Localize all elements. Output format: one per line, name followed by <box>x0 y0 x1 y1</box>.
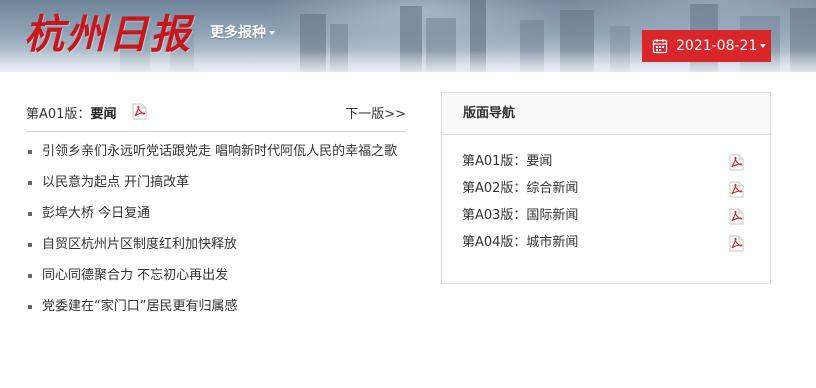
nav-item-a02[interactable]: 第A02版：综合新闻 <box>442 180 770 207</box>
header-banner: 杭州日报 更多报种 2021-08-21 <box>0 0 816 72</box>
page-navigation-list: 第A01版：要闻 第A02版：综合新闻 第A03版：国际新闻 第A04版：城市新… <box>442 135 770 261</box>
nav-item-a01[interactable]: 第A01版：要闻 <box>442 153 770 180</box>
more-papers-label: 更多报种 <box>210 25 266 41</box>
nav-item-label: 第A01版：要闻 <box>462 154 553 169</box>
header-divider <box>26 131 406 132</box>
caret-down-icon <box>269 31 275 35</box>
nav-item-label: 第A04版：城市新闻 <box>462 235 579 250</box>
pdf-icon[interactable] <box>132 103 147 120</box>
article-list: 引领乡亲们永远听党话跟党走 唱响新时代阿佤人民的幸福之歌 以民意为起点 开门搞改… <box>26 140 406 326</box>
calendar-icon <box>652 39 668 54</box>
current-page-header: 第A01版：要闻 下一版>> <box>26 101 406 123</box>
pdf-icon[interactable] <box>729 208 744 225</box>
newspaper-logo[interactable]: 杭州日报 <box>24 9 192 61</box>
date-value: 2021-08-21 <box>676 38 758 54</box>
more-papers-dropdown[interactable]: 更多报种 <box>210 22 275 42</box>
nav-item-label: 第A02版：综合新闻 <box>462 181 579 196</box>
page-navigation-title: 版面导航 <box>442 93 770 135</box>
article-item[interactable]: 以民意为起点 开门搞改革 <box>26 171 406 194</box>
next-page-link[interactable]: 下一版>> <box>345 103 406 122</box>
pdf-icon[interactable] <box>729 181 744 198</box>
current-page-label: 第A01版：要闻 <box>26 103 116 122</box>
nav-item-a03[interactable]: 第A03版：国际新闻 <box>442 207 770 234</box>
date-picker-button[interactable]: 2021-08-21 <box>642 30 771 62</box>
nav-item-a04[interactable]: 第A04版：城市新闻 <box>442 234 770 261</box>
article-item[interactable]: 彭埠大桥 今日复通 <box>26 202 406 225</box>
page-label-prefix: 第A01版： <box>26 107 91 122</box>
page-navigation-panel: 版面导航 第A01版：要闻 第A02版：综合新闻 第A03版：国际新闻 第A04… <box>441 92 771 284</box>
nav-item-label: 第A03版：国际新闻 <box>462 208 579 223</box>
page-name: 要闻 <box>90 107 117 122</box>
article-item[interactable]: 自贸区杭州片区制度红利加快释放 <box>26 233 406 256</box>
caret-down-icon <box>760 44 767 48</box>
article-item[interactable]: 引领乡亲们永远听党话跟党走 唱响新时代阿佤人民的幸福之歌 <box>26 140 406 163</box>
pdf-icon[interactable] <box>729 154 744 171</box>
pdf-icon[interactable] <box>729 235 744 252</box>
article-item[interactable]: 同心同德聚合力 不忘初心再出发 <box>26 264 406 287</box>
article-item[interactable]: 党委建在“家门口”居民更有归属感 <box>26 295 406 318</box>
